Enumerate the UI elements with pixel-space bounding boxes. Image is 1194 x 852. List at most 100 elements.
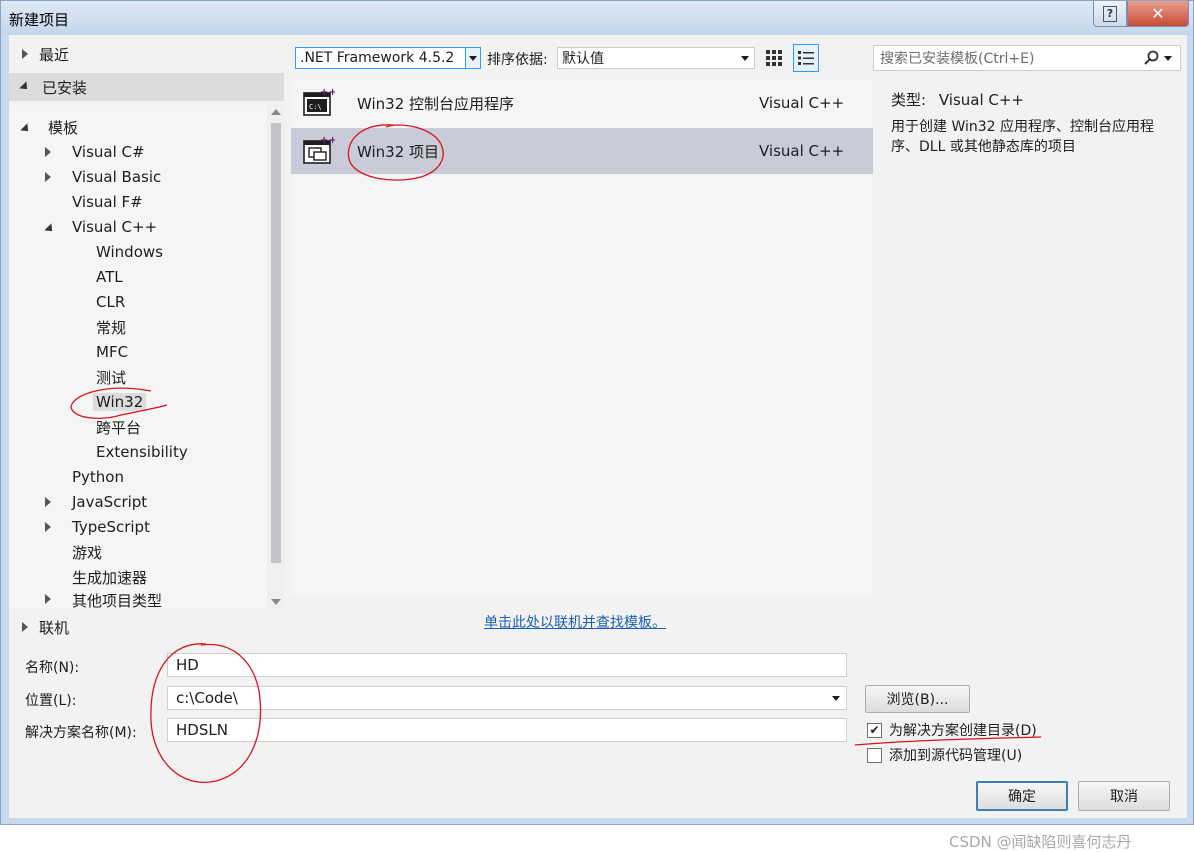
tree-item-label: 模板 bbox=[48, 118, 79, 137]
solution-name-field[interactable]: HDSLN bbox=[167, 718, 847, 742]
tree-item-label: 测试 bbox=[96, 368, 127, 387]
sort-dropdown[interactable]: 默认值 bbox=[557, 47, 755, 69]
sort-label: 排序依据: bbox=[487, 52, 548, 68]
console-app-icon: C:\ ++ bbox=[303, 87, 335, 116]
online-templates-link[interactable]: 单击此处以联机并查找模板。 bbox=[484, 612, 666, 632]
collapse-arrow-icon[interactable] bbox=[44, 223, 56, 235]
tree-item[interactable]: JavaScript bbox=[45, 490, 150, 514]
tree-item-label: Visual Basic bbox=[72, 168, 162, 186]
tree-item[interactable]: ATL bbox=[69, 265, 126, 289]
checkbox-label: 为解决方案创建目录(D) bbox=[889, 723, 1037, 739]
template-name: Win32 项目 bbox=[357, 142, 440, 161]
close-icon: ✕ bbox=[1151, 4, 1165, 23]
expand-arrow-icon[interactable] bbox=[45, 522, 51, 532]
tree-item[interactable]: Extensibility bbox=[69, 440, 191, 464]
scroll-thumb[interactable] bbox=[271, 123, 281, 563]
dropdown-button[interactable] bbox=[465, 48, 480, 68]
checkbox-unchecked-icon[interactable] bbox=[867, 747, 882, 763]
tree-node-label: 联机 bbox=[39, 618, 70, 637]
tree-item[interactable]: 其他项目类型 bbox=[45, 590, 165, 609]
browse-button[interactable]: 浏览(B)... bbox=[865, 685, 970, 713]
scroll-down-icon[interactable] bbox=[271, 599, 281, 605]
tree-item[interactable]: Visual C++ bbox=[44, 215, 160, 239]
tree-item-label: Extensibility bbox=[96, 443, 188, 461]
search-input[interactable]: 搜索已安装模板(Ctrl+E) bbox=[873, 45, 1181, 71]
chevron-down-icon bbox=[741, 55, 749, 61]
solution-name-value: HDSLN bbox=[176, 721, 228, 739]
tree-item[interactable]: 游戏 bbox=[45, 540, 105, 564]
tree-item[interactable]: 常规 bbox=[69, 315, 129, 339]
name-label: 名称(N): bbox=[25, 660, 80, 676]
location-field[interactable]: c:\Code\ bbox=[167, 686, 847, 710]
search-icon[interactable] bbox=[1144, 50, 1160, 66]
tree-item[interactable]: 生成加速器 bbox=[45, 565, 150, 589]
expander bbox=[45, 518, 69, 536]
template-item-selected[interactable]: ++ Win32 项目 Visual C++ bbox=[291, 128, 873, 174]
scroll-up-icon[interactable] bbox=[271, 109, 281, 115]
chevron-down-icon bbox=[469, 55, 477, 61]
chevron-down-icon[interactable] bbox=[1164, 55, 1172, 61]
framework-dropdown[interactable]: .NET Framework 4.5.2 bbox=[295, 47, 481, 69]
name-field[interactable]: HD bbox=[167, 653, 847, 677]
tree-node-recent[interactable]: 最近 bbox=[9, 40, 284, 68]
tree-item-label: Python bbox=[72, 468, 124, 486]
tree-item[interactable]: 模板 bbox=[20, 115, 81, 139]
chevron-down-icon[interactable] bbox=[832, 695, 840, 701]
tree-node-installed[interactable]: 已安装 bbox=[9, 73, 284, 101]
description-type: 类型: Visual C++ bbox=[891, 89, 1024, 110]
svg-text:++: ++ bbox=[320, 135, 335, 146]
list-view-icon bbox=[798, 51, 814, 65]
tree-item[interactable]: Win32 bbox=[69, 390, 147, 414]
expand-arrow-icon[interactable] bbox=[45, 147, 51, 157]
tree-item-label: Visual C# bbox=[72, 143, 145, 161]
tree-item-label: TypeScript bbox=[72, 518, 150, 536]
tree-node-label: 最近 bbox=[39, 45, 70, 64]
expand-arrow-icon[interactable] bbox=[45, 497, 51, 507]
tree-item[interactable]: CLR bbox=[69, 290, 128, 314]
cancel-button[interactable]: 取消 bbox=[1078, 781, 1170, 811]
tree-item-label: 跨平台 bbox=[96, 418, 142, 437]
dialog-body: 最近 已安装 模板 Visual C# Visual Basic Visual F# V… bbox=[9, 35, 1187, 851]
expand-arrow-icon[interactable] bbox=[22, 49, 28, 59]
tree-item[interactable]: Visual F# bbox=[45, 190, 146, 214]
close-button[interactable]: ✕ bbox=[1127, 1, 1189, 27]
win32-project-icon: ++ bbox=[303, 135, 335, 164]
tree-item-label: CLR bbox=[96, 293, 126, 311]
type-label: 类型: bbox=[891, 91, 927, 109]
source-control-checkbox[interactable]: 添加到源代码管理(U) bbox=[867, 744, 1022, 766]
tree-item[interactable]: TypeScript bbox=[45, 515, 153, 539]
tree-item[interactable]: 测试 bbox=[69, 365, 129, 389]
expander bbox=[45, 590, 69, 608]
title-bar: 新建项目 ? ✕ bbox=[1, 1, 1193, 35]
create-directory-checkbox[interactable]: ✔ 为解决方案创建目录(D) bbox=[867, 719, 1037, 741]
description-text: 用于创建 Win32 应用程序、控制台应用程序、DLL 或其他静态库的项目 bbox=[891, 119, 1155, 155]
expander bbox=[45, 143, 69, 161]
tree-item[interactable]: Python bbox=[45, 465, 127, 489]
search-placeholder: 搜索已安装模板(Ctrl+E) bbox=[880, 51, 1035, 67]
collapse-arrow-icon[interactable] bbox=[19, 81, 31, 93]
tree-node-online[interactable]: 联机 bbox=[9, 613, 284, 641]
tree-item-label: Win32 bbox=[93, 393, 147, 411]
tree-item-label: MFC bbox=[96, 343, 129, 361]
checkbox-label: 添加到源代码管理(U) bbox=[889, 748, 1023, 764]
tree-scrollbar[interactable] bbox=[267, 105, 285, 609]
tree-item[interactable]: Visual C# bbox=[45, 140, 148, 164]
tree-item-label: ATL bbox=[96, 268, 123, 286]
expand-arrow-icon[interactable] bbox=[45, 594, 51, 604]
help-button[interactable]: ? bbox=[1093, 1, 1127, 27]
small-icons-view-button[interactable] bbox=[761, 44, 787, 72]
collapse-arrow-icon[interactable] bbox=[20, 123, 32, 135]
medium-icons-view-button[interactable] bbox=[793, 44, 819, 72]
window-title: 新建项目 bbox=[9, 11, 70, 29]
checkbox-checked-icon[interactable]: ✔ bbox=[867, 722, 882, 738]
tree-item-label: JavaScript bbox=[72, 493, 148, 511]
tree-item[interactable]: Visual Basic bbox=[45, 165, 164, 189]
tree-item[interactable]: MFC bbox=[69, 340, 131, 364]
template-item[interactable]: C:\ ++ Win32 控制台应用程序 Visual C++ bbox=[291, 80, 873, 126]
ok-button[interactable]: 确定 bbox=[976, 781, 1068, 811]
tree-item-label: Windows bbox=[96, 243, 163, 261]
expand-arrow-icon[interactable] bbox=[22, 622, 28, 632]
tree-item[interactable]: Windows bbox=[69, 240, 166, 264]
tree-item[interactable]: 跨平台 bbox=[69, 415, 144, 439]
expand-arrow-icon[interactable] bbox=[45, 172, 51, 182]
